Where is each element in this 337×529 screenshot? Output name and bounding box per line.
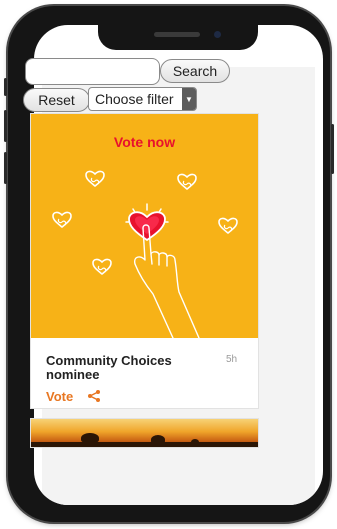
card-timestamp: 5h bbox=[226, 354, 238, 365]
phone-mute-switch bbox=[4, 78, 7, 96]
vote-illustration bbox=[52, 170, 238, 338]
pointing-hand bbox=[133, 224, 200, 338]
search-input[interactable] bbox=[25, 58, 160, 85]
card-image: Vote now bbox=[31, 114, 258, 338]
heart-outline-icon bbox=[177, 173, 197, 190]
ground-silhouette bbox=[31, 442, 258, 447]
speaker-grille bbox=[154, 32, 200, 37]
vote-link[interactable]: Vote bbox=[46, 389, 73, 404]
heart-outline-icon bbox=[92, 258, 112, 275]
phone-power-button bbox=[331, 124, 334, 174]
phone-volume-up bbox=[4, 110, 7, 142]
camera-icon bbox=[214, 31, 221, 38]
sunset-photo bbox=[31, 419, 258, 447]
search-button[interactable]: Search bbox=[160, 59, 230, 83]
heart-outline-icon bbox=[52, 211, 72, 228]
nominee-card[interactable]: Vote now Community Choices nominee 5h Vo… bbox=[30, 113, 259, 409]
reset-button[interactable]: Reset bbox=[23, 88, 90, 112]
heart-outline-icon bbox=[85, 170, 105, 187]
phone-volume-down bbox=[4, 152, 7, 184]
card-title[interactable]: Community Choices nominee bbox=[46, 354, 216, 382]
share-icon[interactable] bbox=[87, 389, 101, 403]
filter-select-label: Choose filter bbox=[95, 91, 174, 107]
second-card-image[interactable] bbox=[30, 418, 259, 448]
filter-select[interactable]: Choose filter ▼ bbox=[88, 87, 197, 111]
heart-outline-icon bbox=[218, 217, 238, 234]
phone-notch bbox=[98, 25, 258, 50]
chevron-down-icon: ▼ bbox=[182, 88, 196, 110]
